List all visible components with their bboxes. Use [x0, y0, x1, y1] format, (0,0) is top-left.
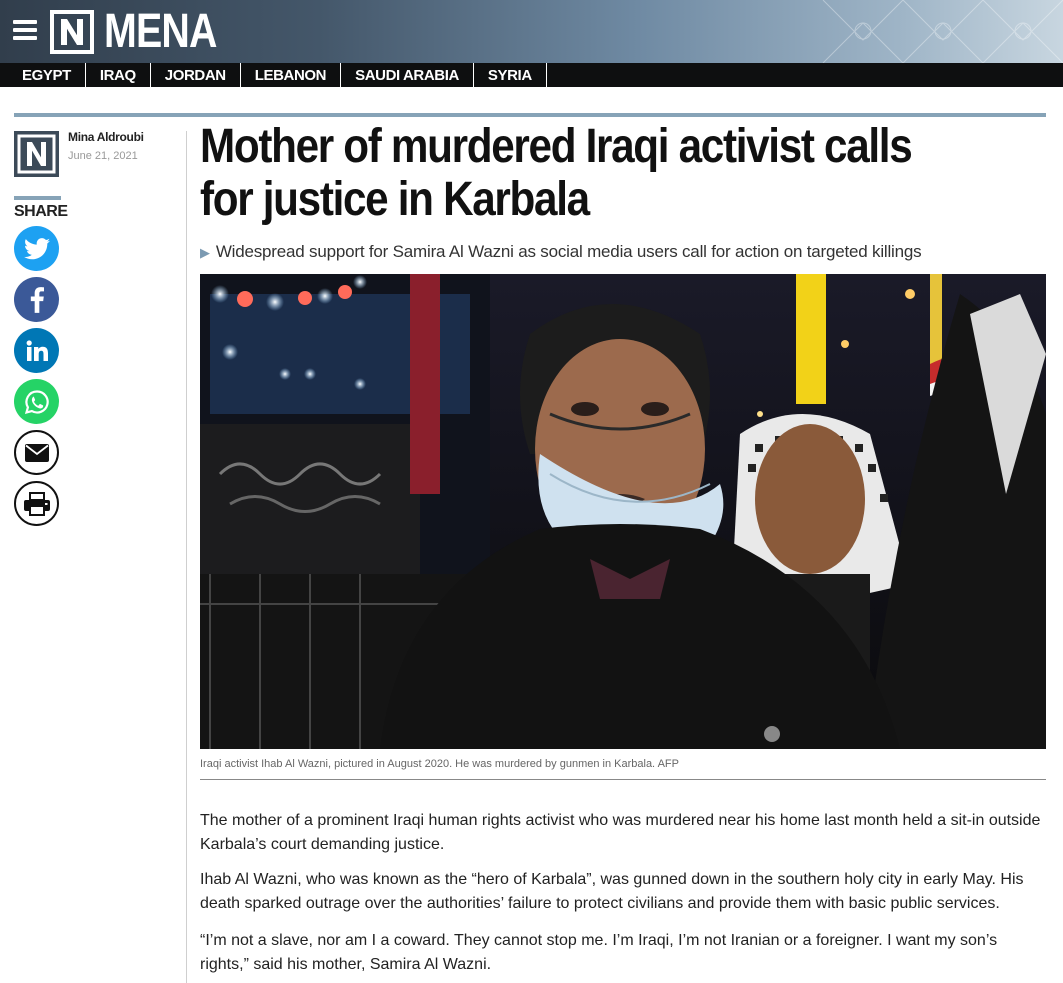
photo-caption: Iraqi activist Ihab Al Wazni, pictured i…: [200, 758, 679, 770]
email-icon: [24, 443, 49, 462]
share-label: SHARE: [14, 203, 68, 220]
print-button[interactable]: [14, 481, 59, 526]
standfirst-text: Widespread support for Samira Al Wazni a…: [215, 242, 922, 261]
article-headline: Mother of murdered Iraqi activist calls …: [200, 120, 913, 226]
article-photo-image: [200, 274, 1046, 749]
nav-item-egypt[interactable]: EGYPT: [0, 63, 86, 87]
nav-item-lebanon[interactable]: LEBANON: [241, 63, 342, 87]
facebook-share-button[interactable]: [14, 277, 59, 322]
menu-icon[interactable]: [13, 20, 37, 42]
the-national-logo-icon[interactable]: [50, 10, 94, 54]
linkedin-icon: [26, 339, 48, 361]
article-paragraph: “I’m not a slave, nor am I a coward. The…: [200, 932, 998, 973]
section-nav: EGYPT IRAQ JORDAN LEBANON SAUDI ARABIA S…: [0, 63, 1063, 87]
author-avatar[interactable]: [14, 131, 59, 177]
caption-divider: [200, 779, 1046, 780]
header-pattern: [822, 0, 1063, 63]
sidebar-divider: [186, 131, 187, 983]
nav-item-jordan[interactable]: JORDAN: [151, 63, 241, 87]
article-paragraph: Ihab Al Wazni, who was known as the “her…: [200, 871, 1024, 912]
share-divider: [14, 196, 61, 200]
whatsapp-icon: [24, 389, 49, 414]
nav-item-iraq[interactable]: IRAQ: [86, 63, 151, 87]
nav-item-syria[interactable]: SYRIA: [474, 63, 547, 87]
whatsapp-share-button[interactable]: [14, 379, 59, 424]
article-standfirst: ▶ Widespread support for Samira Al Wazni …: [200, 242, 922, 262]
twitter-icon: [23, 237, 50, 259]
twitter-share-button[interactable]: [14, 226, 59, 271]
print-icon: [23, 491, 50, 516]
publish-date: June 21, 2021: [68, 150, 138, 162]
top-divider: [14, 113, 1046, 117]
site-header: MENA: [0, 0, 1063, 63]
article-photo[interactable]: [200, 274, 1046, 749]
linkedin-share-button[interactable]: [14, 328, 59, 373]
nav-item-saudi-arabia[interactable]: SAUDI ARABIA: [341, 63, 474, 87]
standfirst-arrow-icon: ▶: [200, 245, 210, 260]
brand-title[interactable]: MENA: [104, 4, 217, 59]
author-name[interactable]: Mina Aldroubi: [68, 130, 144, 144]
article-paragraph: The mother of a prominent Iraqi human ri…: [200, 812, 1041, 853]
email-share-button[interactable]: [14, 430, 59, 475]
facebook-icon: [30, 286, 44, 313]
